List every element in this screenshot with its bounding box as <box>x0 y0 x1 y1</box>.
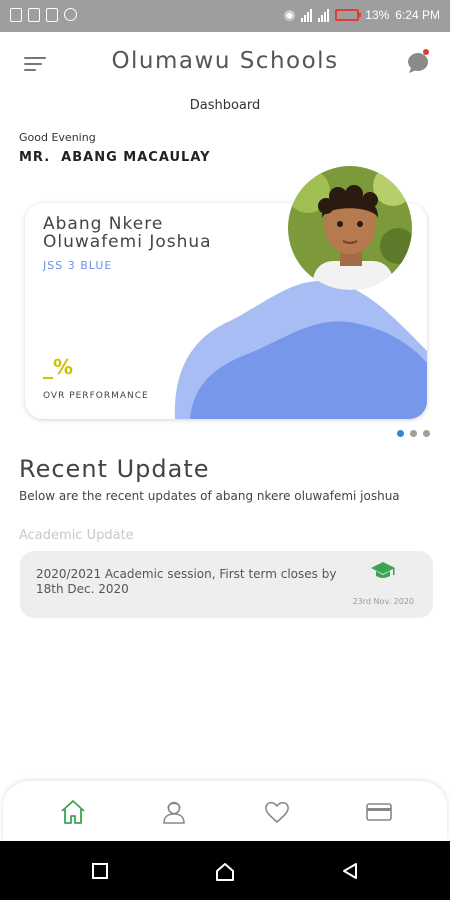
user-name: MR. ABANG MACAULAY <box>19 150 211 165</box>
profile-icon <box>163 801 185 824</box>
back-triangle-icon <box>343 863 357 879</box>
app-title: Olumawu Schools <box>111 48 339 74</box>
update-item[interactable]: 2020/2021 Academic session, First term c… <box>20 551 433 618</box>
chart-notification-icon <box>46 8 58 22</box>
student-class: JSS 3 BLUE <box>43 259 113 272</box>
graduation-cap-icon <box>371 562 395 578</box>
update-date: 23rd Nov. 2020 <box>352 597 414 606</box>
bottom-navigation <box>3 781 447 841</box>
chat-bubble-icon <box>408 49 429 73</box>
battery-icon <box>335 9 362 21</box>
recent-update-description: Below are the recent updates of abang nk… <box>19 489 400 503</box>
chat-button[interactable] <box>404 48 432 76</box>
recents-button[interactable] <box>90 861 110 881</box>
signal-2-icon <box>318 8 330 22</box>
battery-saver-icon <box>28 8 40 22</box>
nav-payments[interactable] <box>365 798 393 826</box>
status-bar: ◉ 13% 6:24 PM <box>0 0 450 32</box>
back-button[interactable] <box>340 861 360 881</box>
carousel-indicator <box>397 430 430 437</box>
performance-label: OVR PERFORMANCE <box>43 391 149 401</box>
carousel-dot-3[interactable] <box>423 430 430 437</box>
status-left-icons <box>10 8 77 22</box>
nav-home[interactable] <box>59 798 87 826</box>
nav-favorites[interactable] <box>263 798 291 826</box>
home-icon <box>61 800 85 824</box>
signal-icon <box>301 8 313 22</box>
sync-notification-icon <box>64 8 77 21</box>
student-avatar[interactable] <box>288 166 412 290</box>
clock: 6:24 PM <box>395 8 440 22</box>
student-name: Abang Nkere Oluwafemi Joshua <box>43 214 212 252</box>
hotspot-icon: ◉ <box>283 7 296 22</box>
gallery-notification-icon <box>10 8 22 22</box>
card-icon <box>366 803 392 821</box>
greeting-text: Good Evening <box>19 131 96 144</box>
carousel-dot-1[interactable] <box>397 430 404 437</box>
carousel-dot-2[interactable] <box>410 430 417 437</box>
nav-profile[interactable] <box>160 798 188 826</box>
status-right: ◉ 13% 6:24 PM <box>284 7 440 23</box>
home-system-button[interactable] <box>214 861 234 881</box>
performance-value: _% <box>43 355 74 379</box>
battery-percent: 13% <box>365 8 390 22</box>
notification-dot <box>423 49 429 55</box>
recent-update-title: Recent Update <box>19 455 210 483</box>
heart-icon <box>265 801 289 823</box>
academic-update-label: Academic Update <box>19 528 134 543</box>
page-subtitle: Dashboard <box>189 98 261 113</box>
android-home-icon <box>216 863 234 881</box>
recents-icon <box>92 863 108 879</box>
update-text: 2020/2021 Academic session, First term c… <box>36 567 337 596</box>
system-navigation-bar <box>0 841 450 900</box>
student-photo-icon <box>288 166 412 290</box>
